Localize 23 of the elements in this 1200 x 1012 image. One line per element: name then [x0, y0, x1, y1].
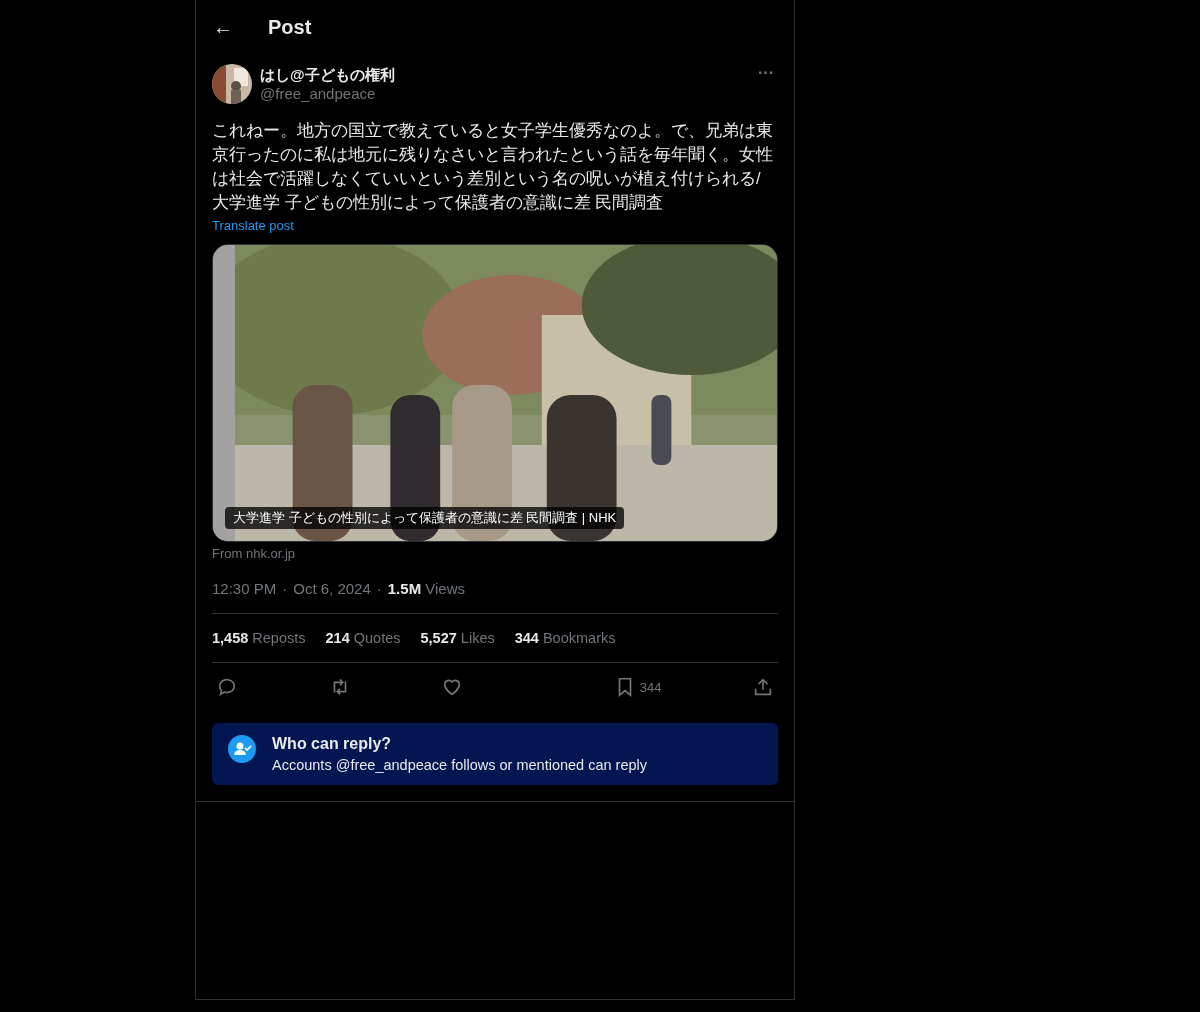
separator-dot: ·	[282, 580, 288, 597]
separator-dot: ·	[376, 580, 382, 597]
bookmark-button[interactable]: 344	[609, 675, 666, 699]
post-time[interactable]: 12:30 PM	[212, 580, 277, 597]
link-card-title[interactable]: 大学進学 子どもの性別によって保護者の意識に差 民間調査 | NHK	[225, 507, 625, 529]
link-source[interactable]: From nhk.or.jp	[212, 546, 296, 561]
back-button[interactable]: ←	[212, 15, 234, 39]
post-text: これねー。地方の国立で教えていると女子学生優秀なのよ。で、兄弟は東京行ったのに私は地元に残りなさいと言われたという話を毎年聞く。女性は社会で活躍しなくていいという差別という名の呪いが植え付けられる/ 大学進学 子どもの性別によって保護者の意識に差 民間調査	[212, 120, 774, 213]
more-button[interactable]: ···	[754, 64, 778, 82]
author-name[interactable]: はし@子どもの権利	[260, 66, 746, 85]
translate-link[interactable]: Translate post	[212, 218, 294, 233]
author-handle[interactable]: @free_andpeace	[260, 85, 746, 102]
reply-info-title: Who can reply?	[272, 735, 393, 753]
person-check-icon	[228, 735, 256, 763]
stat-link[interactable]: 214 Quotes	[325, 630, 401, 646]
page-title: Post	[268, 15, 312, 39]
speech-bubble-icon	[216, 676, 238, 698]
stat-link[interactable]: 1,458 Reposts	[212, 630, 306, 646]
view-count: 1.5M Views	[387, 580, 466, 597]
stat-link[interactable]: 5,527 Likes	[420, 630, 495, 646]
stat-link[interactable]: 344 Bookmarks	[514, 630, 616, 646]
reply-info-text: Accounts @free_andpeace follows or mentioned can reply	[272, 757, 648, 773]
post-date[interactable]: Oct 6, 2024	[293, 580, 371, 597]
